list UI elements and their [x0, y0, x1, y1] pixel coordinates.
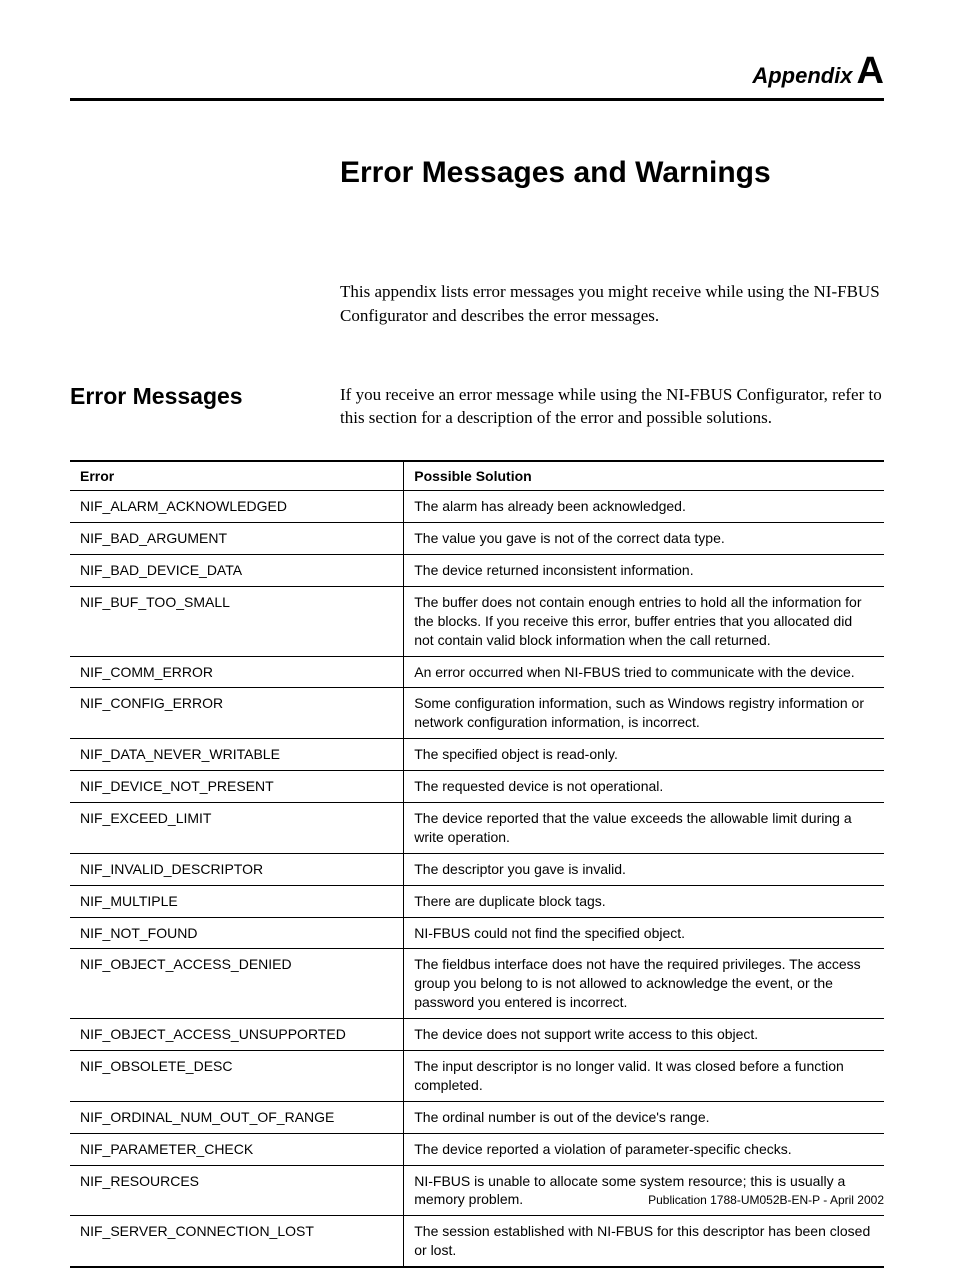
error-solution: The requested device is not operational.: [404, 771, 884, 803]
error-code: NIF_ORDINAL_NUM_OUT_OF_RANGE: [70, 1101, 404, 1133]
table-row: NIF_SERVER_CONNECTION_LOSTThe session es…: [70, 1216, 884, 1267]
error-solution: The device does not support write access…: [404, 1019, 884, 1051]
publication-footer: Publication 1788-UM052B-EN-P - April 200…: [648, 1193, 884, 1207]
error-solution: The device reported that the value excee…: [404, 802, 884, 853]
error-solution: The device reported a violation of param…: [404, 1133, 884, 1165]
error-code: NIF_NOT_FOUND: [70, 917, 404, 949]
table-row: NIF_DATA_NEVER_WRITABLEThe specified obj…: [70, 739, 884, 771]
error-code: NIF_COMM_ERROR: [70, 656, 404, 688]
error-solution: NI-FBUS is unable to allocate some syste…: [404, 1165, 884, 1216]
error-code: NIF_MULTIPLE: [70, 885, 404, 917]
table-header-solution: Possible Solution: [404, 461, 884, 491]
error-solution: The descriptor you gave is invalid.: [404, 853, 884, 885]
appendix-letter: A: [857, 50, 884, 92]
error-solution: NI-FBUS could not find the specified obj…: [404, 917, 884, 949]
error-code: NIF_RESOURCES: [70, 1165, 404, 1216]
error-solution: The device returned inconsistent informa…: [404, 554, 884, 586]
error-code: NIF_BAD_DEVICE_DATA: [70, 554, 404, 586]
table-row: NIF_MULTIPLEThere are duplicate block ta…: [70, 885, 884, 917]
table-row: NIF_OBJECT_ACCESS_UNSUPPORTEDThe device …: [70, 1019, 884, 1051]
section-row: Error Messages If you receive an error m…: [70, 383, 884, 431]
error-table: Error Possible Solution NIF_ALARM_ACKNOW…: [70, 460, 884, 1268]
error-solution: The input descriptor is no longer valid.…: [404, 1051, 884, 1102]
error-code: NIF_OBSOLETE_DESC: [70, 1051, 404, 1102]
appendix-label: Appendix: [752, 63, 852, 88]
table-row: NIF_OBSOLETE_DESCThe input descriptor is…: [70, 1051, 884, 1102]
section-heading: Error Messages: [70, 383, 340, 410]
error-code: NIF_DEVICE_NOT_PRESENT: [70, 771, 404, 803]
error-code: NIF_CONFIG_ERROR: [70, 688, 404, 739]
error-code: NIF_INVALID_DESCRIPTOR: [70, 853, 404, 885]
error-code: NIF_PARAMETER_CHECK: [70, 1133, 404, 1165]
table-row: NIF_INVALID_DESCRIPTORThe descriptor you…: [70, 853, 884, 885]
table-header-error: Error: [70, 461, 404, 491]
error-solution: The fieldbus interface does not have the…: [404, 949, 884, 1019]
error-solution: Some configuration information, such as …: [404, 688, 884, 739]
error-solution: The buffer does not contain enough entri…: [404, 586, 884, 656]
table-row: NIF_PARAMETER_CHECKThe device reported a…: [70, 1133, 884, 1165]
error-solution: An error occurred when NI-FBUS tried to …: [404, 656, 884, 688]
error-solution: The alarm has already been acknowledged.: [404, 491, 884, 523]
table-row: NIF_BAD_DEVICE_DATAThe device returned i…: [70, 554, 884, 586]
appendix-header: AppendixA: [70, 50, 884, 93]
error-solution: The session established with NI-FBUS for…: [404, 1216, 884, 1267]
error-code: NIF_SERVER_CONNECTION_LOST: [70, 1216, 404, 1267]
intro-paragraph: This appendix lists error messages you m…: [340, 280, 884, 328]
table-row: NIF_RESOURCESNI-FBUS is unable to alloca…: [70, 1165, 884, 1216]
table-row: NIF_BUF_TOO_SMALLThe buffer does not con…: [70, 586, 884, 656]
section-text: If you receive an error message while us…: [340, 383, 884, 431]
table-row: NIF_NOT_FOUNDNI-FBUS could not find the …: [70, 917, 884, 949]
error-code: NIF_DATA_NEVER_WRITABLE: [70, 739, 404, 771]
table-row: NIF_DEVICE_NOT_PRESENTThe requested devi…: [70, 771, 884, 803]
page-title: Error Messages and Warnings: [340, 156, 884, 190]
error-code: NIF_EXCEED_LIMIT: [70, 802, 404, 853]
table-row: NIF_ORDINAL_NUM_OUT_OF_RANGEThe ordinal …: [70, 1101, 884, 1133]
table-row: NIF_ALARM_ACKNOWLEDGEDThe alarm has alre…: [70, 491, 884, 523]
error-solution: The value you gave is not of the correct…: [404, 523, 884, 555]
table-row: NIF_OBJECT_ACCESS_DENIEDThe fieldbus int…: [70, 949, 884, 1019]
table-row: NIF_BAD_ARGUMENTThe value you gave is no…: [70, 523, 884, 555]
table-row: NIF_COMM_ERRORAn error occurred when NI-…: [70, 656, 884, 688]
error-solution: The specified object is read-only.: [404, 739, 884, 771]
table-row: NIF_EXCEED_LIMITThe device reported that…: [70, 802, 884, 853]
error-code: NIF_BAD_ARGUMENT: [70, 523, 404, 555]
error-code: NIF_BUF_TOO_SMALL: [70, 586, 404, 656]
error-code: NIF_OBJECT_ACCESS_UNSUPPORTED: [70, 1019, 404, 1051]
table-row: NIF_CONFIG_ERRORSome configuration infor…: [70, 688, 884, 739]
error-solution: There are duplicate block tags.: [404, 885, 884, 917]
error-code: NIF_ALARM_ACKNOWLEDGED: [70, 491, 404, 523]
error-code: NIF_OBJECT_ACCESS_DENIED: [70, 949, 404, 1019]
error-solution: The ordinal number is out of the device'…: [404, 1101, 884, 1133]
header-divider: [70, 98, 884, 101]
